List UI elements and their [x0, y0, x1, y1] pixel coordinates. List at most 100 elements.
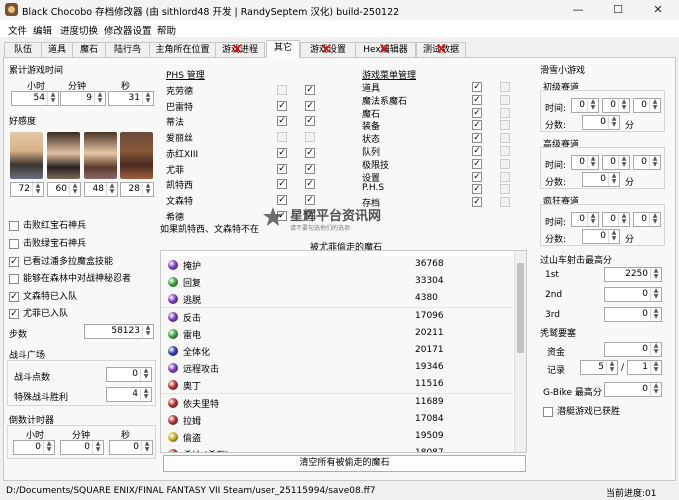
- stolen-materia-row[interactable]: 掩护 36768: [161, 256, 513, 274]
- menu-visible-checkbox[interactable]: ✓: [472, 120, 482, 131]
- countdown-seconds-spinbox[interactable]: 0 ▲ ▼: [109, 440, 153, 455]
- phs-visible-checkbox[interactable]: ✓: [305, 85, 315, 95]
- phs-visible-checkbox[interactable]: [305, 132, 315, 143]
- stolen-materia-scrollbar[interactable]: [514, 251, 526, 452]
- menu-locked-checkbox[interactable]: [500, 184, 510, 195]
- phs-available-checkbox[interactable]: ✓: [277, 116, 287, 127]
- steps-spinbox[interactable]: 58123 ▲ ▼: [84, 324, 154, 339]
- menu-visible-checkbox[interactable]: ✓: [472, 171, 482, 182]
- course-time-s-spinbox[interactable]: 0 ▲ ▼: [633, 98, 661, 113]
- menu-visible-checkbox[interactable]: ✓: [472, 184, 482, 195]
- phs-visible-checkbox[interactable]: ✓: [305, 179, 315, 190]
- menu-visible-checkbox[interactable]: ✓: [472, 94, 482, 105]
- menu-locked-checkbox[interactable]: [500, 120, 510, 131]
- phs-available-checkbox[interactable]: ✓: [277, 147, 287, 158]
- course-time-h-spinbox[interactable]: 0 ▲ ▼: [571, 98, 599, 113]
- phs-available-checkbox[interactable]: [277, 85, 287, 95]
- love-barret-spinbox[interactable]: 28 ▲ ▼: [120, 182, 154, 197]
- menu-locked-checkbox[interactable]: [500, 171, 510, 182]
- course-time-m-spinbox[interactable]: 0 ▲ ▼: [602, 98, 630, 113]
- playtime-minutes-spinbox[interactable]: 9 ▲ ▼: [60, 91, 106, 106]
- course-time-s-spinbox[interactable]: 0 ▲ ▼: [633, 212, 661, 227]
- special-battle-spinbox[interactable]: 4 ▲ ▼: [106, 387, 152, 402]
- menu-edit[interactable]: 编辑: [33, 23, 52, 37]
- menu-help[interactable]: 帮助: [157, 23, 176, 37]
- stolen-materia-row[interactable]: 反击 17096: [161, 307, 513, 326]
- stolen-materia-row[interactable]: 依夫里特 11689: [161, 393, 513, 412]
- maximize-icon[interactable]: ☐: [598, 0, 638, 20]
- course-time-h-spinbox[interactable]: 0 ▲ ▼: [571, 212, 599, 227]
- tab-materia[interactable]: 魔石: [72, 42, 106, 58]
- yuffie-joined-checkbox[interactable]: ✓ 尤菲已入队: [9, 306, 68, 319]
- minimize-icon[interactable]: —: [558, 0, 598, 20]
- ninja-forest-checkbox[interactable]: 能够在森林中对战神秘忍者: [9, 271, 131, 284]
- stolen-materia-row[interactable]: 希妹 (希瓦) 18087: [161, 445, 513, 452]
- countdown-hours-spinbox[interactable]: 0 ▲ ▼: [13, 440, 55, 455]
- menu-locked-checkbox[interactable]: [500, 82, 510, 92]
- stolen-materia-row[interactable]: 拉姆 17084: [161, 410, 513, 429]
- submarine-won-checkbox[interactable]: 潜艇游戏已获胜: [543, 404, 620, 417]
- menu-file[interactable]: 文件: [8, 23, 27, 37]
- condor-fund-spinbox[interactable]: 0 ▲ ▼: [604, 342, 662, 357]
- menu-visible-checkbox[interactable]: ✓: [472, 146, 482, 156]
- tab-chocobo[interactable]: 陆行鸟: [105, 42, 150, 58]
- menu-locked-checkbox[interactable]: [500, 107, 510, 118]
- menu-visible-checkbox[interactable]: ✓: [472, 197, 482, 208]
- condor-record-win-spinbox[interactable]: 5 ▲ ▼: [580, 360, 618, 375]
- scrollbar-thumb[interactable]: [517, 263, 524, 353]
- phs-visible-checkbox[interactable]: ✓: [305, 163, 315, 174]
- course-score-spinbox[interactable]: 0 ▲ ▼: [582, 229, 620, 244]
- phs-available-checkbox[interactable]: ✓: [277, 163, 287, 174]
- menu-locked-checkbox[interactable]: [500, 146, 510, 156]
- countdown-minutes-spinbox[interactable]: 0 ▲ ▼: [60, 440, 104, 455]
- course-time-s-spinbox[interactable]: 0 ▲ ▼: [633, 155, 661, 170]
- gbike-spinbox[interactable]: 0 ▲ ▼: [604, 382, 662, 397]
- stolen-materia-list[interactable]: 掩护 36768 回复 33304 逃脱 4380 反击 17096 雷电 20211 全体化 201…: [160, 250, 527, 453]
- menu-visible-checkbox[interactable]: ✓: [472, 158, 482, 169]
- phs-available-checkbox[interactable]: [277, 132, 287, 143]
- emerald-weapon-checkbox[interactable]: 击败绿宝石神兵: [9, 236, 86, 249]
- phs-visible-checkbox[interactable]: ✓: [305, 147, 315, 158]
- tab-other[interactable]: 其它: [266, 40, 300, 58]
- course-time-h-spinbox[interactable]: 0 ▲ ▼: [571, 155, 599, 170]
- phs-available-checkbox[interactable]: ✓: [277, 100, 287, 111]
- stolen-materia-row[interactable]: 偷盗 19509: [161, 428, 513, 446]
- battle-points-spinbox[interactable]: 0 ▲ ▼: [106, 367, 152, 382]
- clear-stolen-materia-button[interactable]: 清空所有被偷走的魔石: [163, 455, 526, 472]
- playtime-hours-spinbox[interactable]: 54 ▲ ▼: [11, 91, 59, 106]
- course-score-spinbox[interactable]: 0 ▲ ▼: [582, 172, 620, 187]
- tab-party[interactable]: 队伍: [4, 42, 42, 58]
- stolen-materia-row[interactable]: 奥丁 11516: [161, 376, 513, 395]
- course-score-spinbox[interactable]: 0 ▲ ▼: [582, 115, 620, 130]
- menu-visible-checkbox[interactable]: ✓: [472, 133, 482, 144]
- coaster-first-spinbox[interactable]: 2250 ▲ ▼: [604, 267, 662, 282]
- stolen-materia-row[interactable]: 远程攻击 19346: [161, 359, 513, 378]
- tab-location[interactable]: 主角所在位置: [149, 42, 216, 58]
- condor-record-loss-spinbox[interactable]: 1 ▲ ▼: [627, 360, 662, 375]
- coaster-third-spinbox[interactable]: 0 ▲ ▼: [604, 307, 662, 322]
- phs-visible-checkbox[interactable]: ✓: [305, 116, 315, 127]
- tab-items[interactable]: 道具: [41, 42, 73, 58]
- close-icon[interactable]: ✕: [638, 0, 678, 20]
- menu-locked-checkbox[interactable]: [500, 133, 510, 144]
- stolen-materia-row[interactable]: 回复 33304: [161, 273, 513, 292]
- ruby-weapon-checkbox[interactable]: 击败红宝石神兵: [9, 218, 86, 231]
- course-time-m-spinbox[interactable]: 0 ▲ ▼: [602, 212, 630, 227]
- menu-locked-checkbox[interactable]: [500, 158, 510, 169]
- love-tifa-spinbox[interactable]: 60 ▲ ▼: [47, 182, 81, 197]
- menu-locked-checkbox[interactable]: [500, 94, 510, 105]
- menu-locked-checkbox[interactable]: [500, 197, 510, 208]
- coaster-second-spinbox[interactable]: 0 ▲ ▼: [604, 287, 662, 302]
- playtime-seconds-spinbox[interactable]: 31 ▲ ▼: [108, 91, 154, 106]
- love-aeris-spinbox[interactable]: 48 ▲ ▼: [84, 182, 118, 197]
- menu-visible-checkbox[interactable]: ✓: [472, 82, 482, 92]
- menu-visible-checkbox[interactable]: ✓: [472, 107, 482, 118]
- phs-visible-checkbox[interactable]: ✓: [305, 100, 315, 111]
- menu-progress[interactable]: 进度切换: [60, 23, 98, 37]
- course-time-m-spinbox[interactable]: 0 ▲ ▼: [602, 155, 630, 170]
- stolen-materia-row[interactable]: 逃脱 4380: [161, 290, 513, 309]
- love-cloud-spinbox[interactable]: 72 ▲ ▼: [10, 182, 44, 197]
- pandora-box-checkbox[interactable]: ✓ 已看过潘多拉魔盒技能: [9, 254, 113, 267]
- menu-settings[interactable]: 修改器设置: [104, 23, 152, 37]
- stolen-materia-row[interactable]: 全体化 20171: [161, 342, 513, 360]
